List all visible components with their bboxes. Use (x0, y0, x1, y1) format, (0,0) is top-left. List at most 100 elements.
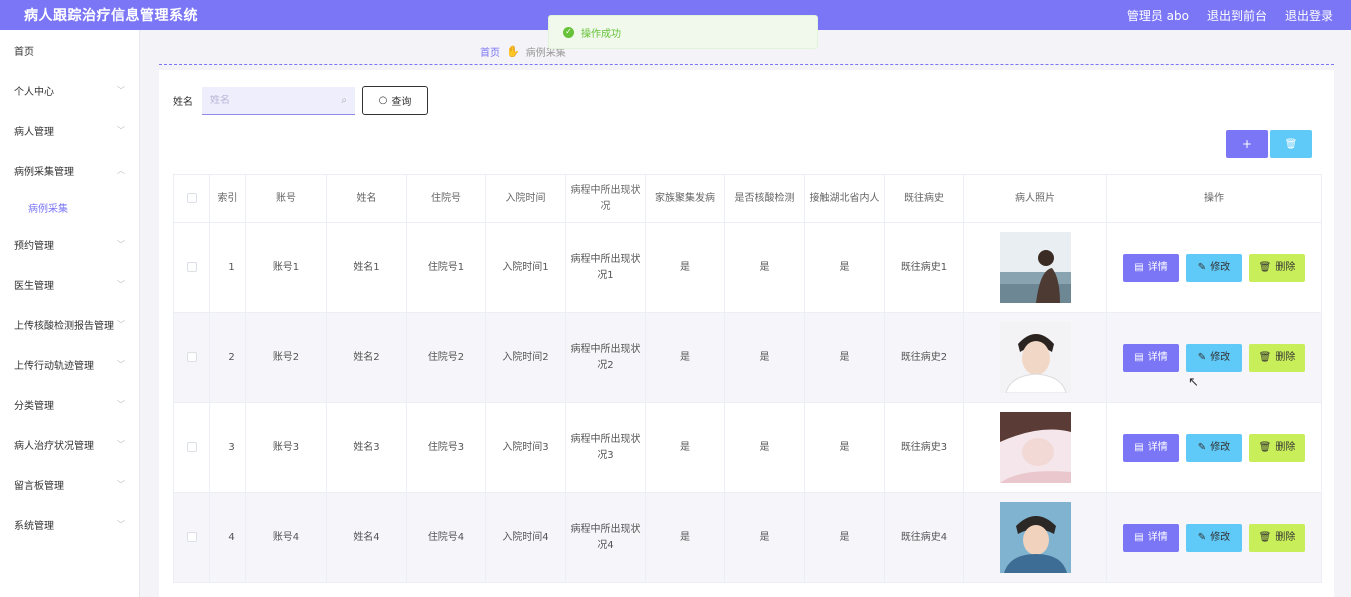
chevron-down-icon: ﹀ (117, 125, 125, 135)
case-table: 索引 账号 姓名 住院号 入院时间 病程中所出现状况 家族聚集发病 是否核酸检测… (173, 174, 1322, 583)
delete-button[interactable]: 🗑 删除 (1249, 343, 1305, 372)
column-header: 病程中所出现状况 (565, 174, 646, 223)
query-button[interactable]: ○ 查询 (362, 86, 428, 115)
hubei-contact-cell: 是 (804, 402, 885, 493)
chevron-down-icon: ﹀ (117, 439, 125, 449)
detail-button[interactable]: ▤ 详情 (1123, 433, 1179, 462)
toast-message: 操作成功 (581, 28, 621, 40)
sidebar-item-label: 上传核酸检测报告管理 (14, 320, 114, 332)
hospital-number-cell: 住院号2 (406, 312, 486, 403)
edit-button[interactable]: ✎ 修改 (1186, 433, 1242, 462)
row-actions: ▤ 详情 ✎ 修改 🗑 删除 (1107, 343, 1321, 372)
query-button-label: 查询 (391, 97, 412, 108)
table-row: 3 账号3 姓名3 住院号3 入院时间3 病程中所出现状况3 是 是 是 既往病… (173, 402, 1322, 493)
sidebar-item-personal-center[interactable]: 个人中心 ﹀ (0, 70, 139, 110)
chevron-down-icon: ﹀ (117, 85, 125, 95)
patient-photo (999, 412, 1071, 483)
trash-icon: 🗑 (1258, 351, 1272, 363)
detail-button[interactable]: ▤ 详情 (1123, 523, 1179, 552)
pencil-icon: ✎ (1197, 351, 1207, 363)
sidebar-item-label: 病人管理 (14, 126, 54, 138)
trash-icon: 🗑 (1258, 531, 1272, 543)
row-checkbox[interactable] (186, 531, 197, 542)
sidebar-item-label: 个人中心 (14, 86, 54, 98)
chevron-down-icon: ﹀ (117, 479, 125, 489)
search-icon: ○ (378, 95, 388, 106)
patient-photo (999, 232, 1071, 303)
edit-button[interactable]: ✎ 修改 (1186, 523, 1242, 552)
family-cluster-cell: 是 (645, 492, 725, 583)
sidebar-item-home[interactable]: 首页 (0, 30, 139, 70)
delete-label: 删除 (1275, 531, 1296, 543)
batch-delete-button[interactable]: 🗑 (1270, 130, 1312, 158)
edit-label: 修改 (1210, 261, 1231, 273)
sidebar-item-treatment-status-management[interactable]: 病人治疗状况管理 ﹀ (0, 424, 139, 464)
index-cell: 1 (209, 222, 246, 313)
back-to-front-link[interactable]: 退出到前台 (1207, 7, 1267, 24)
select-all-cell (173, 174, 210, 223)
name-cell: 姓名2 (326, 312, 407, 403)
nucleic-test-cell: 是 (724, 492, 805, 583)
sidebar-item-trajectory-management[interactable]: 上传行动轨迹管理 ﹀ (0, 344, 139, 384)
sidebar-item-message-board-management[interactable]: 留言板管理 ﹀ (0, 464, 139, 504)
document-icon: ▤ (1134, 531, 1144, 543)
hospital-number-cell: 住院号4 (406, 492, 486, 583)
condition-cell: 病程中所出现状况4 (565, 492, 646, 583)
delete-label: 删除 (1275, 441, 1296, 453)
sidebar-item-case-collection-management[interactable]: 病例采集管理 ︿ (0, 150, 139, 190)
add-button[interactable]: + (1226, 130, 1268, 158)
row-checkbox[interactable] (186, 441, 197, 452)
delete-button[interactable]: 🗑 删除 (1249, 523, 1305, 552)
admission-time-cell: 入院时间3 (485, 402, 566, 493)
logout-link[interactable]: 退出登录 (1285, 7, 1333, 24)
column-header: 病人照片 (963, 174, 1107, 223)
index-cell: 3 (209, 402, 246, 493)
select-all-checkbox[interactable] (186, 192, 197, 203)
sidebar-item-label: 病例采集管理 (14, 166, 74, 178)
sidebar-item-patient-management[interactable]: 病人管理 ﹀ (0, 110, 139, 150)
detail-label: 详情 (1147, 441, 1168, 453)
chevron-down-icon: ﹀ (117, 359, 125, 369)
main-panel: 姓名 ⌕ ○ 查询 + 🗑 索引 账号 姓名 住院号 入院时间 病程中所出现状况 (159, 70, 1334, 597)
account-cell: 账号1 (245, 222, 327, 313)
column-header: 账号 (245, 174, 327, 223)
family-cluster-cell: 是 (645, 402, 725, 493)
name-search-input[interactable] (210, 94, 330, 106)
table-row: 1 账号1 姓名1 住院号1 入院时间1 病程中所出现状况1 是 是 是 既往病… (173, 222, 1322, 313)
condition-cell: 病程中所出现状况1 (565, 222, 646, 313)
table-row: 2 账号2 姓名2 住院号2 入院时间2 病程中所出现状况2 是 是 是 既往病… (173, 312, 1322, 403)
sidebar-item-label: 分类管理 (14, 400, 54, 412)
detail-button[interactable]: ▤ 详情 (1123, 253, 1179, 282)
column-header: 是否核酸检测 (724, 174, 805, 223)
breadcrumb-home-link[interactable]: 首页 (480, 44, 500, 59)
column-header: 入院时间 (485, 174, 566, 223)
sidebar-item-system-management[interactable]: 系统管理 ﹀ (0, 504, 139, 544)
sidebar-item-appointment-management[interactable]: 预约管理 ﹀ (0, 224, 139, 264)
hubei-contact-cell: 是 (804, 312, 885, 403)
edit-button[interactable]: ✎ 修改 (1186, 343, 1242, 372)
row-checkbox[interactable] (186, 351, 197, 362)
hospital-number-cell: 住院号3 (406, 402, 486, 493)
sidebar-subitem-case-collection[interactable]: 病例采集 (0, 190, 139, 224)
nucleic-test-cell: 是 (724, 402, 805, 493)
column-header: 既往病史 (884, 174, 964, 223)
pencil-icon: ✎ (1197, 531, 1207, 543)
sidebar-item-nucleic-report-management[interactable]: 上传核酸检测报告管理 ﹀ (0, 304, 139, 344)
column-header: 索引 (209, 174, 246, 223)
chevron-down-icon: ﹀ (117, 399, 125, 409)
condition-cell: 病程中所出现状况2 (565, 312, 646, 403)
delete-button[interactable]: 🗑 删除 (1249, 253, 1305, 282)
table-row: 4 账号4 姓名4 住院号4 入院时间4 病程中所出现状况4 是 是 是 既往病… (173, 492, 1322, 583)
edit-button[interactable]: ✎ 修改 (1186, 253, 1242, 282)
family-cluster-cell: 是 (645, 222, 725, 313)
delete-button[interactable]: 🗑 删除 (1249, 433, 1305, 462)
trash-icon: 🗑 (1258, 261, 1272, 273)
sidebar-item-category-management[interactable]: 分类管理 ﹀ (0, 384, 139, 424)
pencil-icon: ✎ (1197, 441, 1207, 453)
detail-button[interactable]: ▤ 详情 (1123, 343, 1179, 372)
sidebar-item-doctor-management[interactable]: 医生管理 ﹀ (0, 264, 139, 304)
edit-label: 修改 (1210, 531, 1231, 543)
admin-user-label[interactable]: 管理员 abo (1127, 7, 1189, 24)
row-checkbox[interactable] (186, 261, 197, 272)
sidebar-item-label: 留言板管理 (14, 480, 64, 492)
